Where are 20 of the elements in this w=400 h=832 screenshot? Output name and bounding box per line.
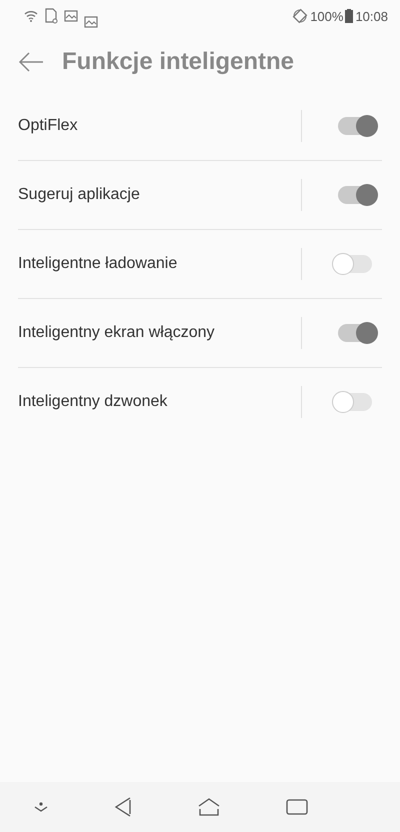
chevron-down-icon[interactable] <box>32 801 48 813</box>
page-title: Funkcje inteligentne <box>62 48 294 76</box>
back-icon[interactable] <box>114 797 132 817</box>
wifi-icon <box>24 9 38 23</box>
setting-label: Inteligentny dzwonek <box>18 393 168 411</box>
setting-label: Inteligentny ekran włączony <box>18 324 216 342</box>
recent-apps-icon[interactable] <box>286 798 308 816</box>
battery-icon <box>345 9 354 23</box>
home-icon[interactable] <box>196 797 220 817</box>
image-icon <box>64 10 78 22</box>
setting-label: Sugeruj aplikacje <box>18 186 141 204</box>
battery-percent: 100% <box>310 8 344 24</box>
sd-card-icon <box>44 8 58 24</box>
back-button[interactable] <box>18 52 44 72</box>
back-arrow-icon <box>18 52 44 72</box>
image-icon <box>84 16 98 28</box>
rotate-icon <box>292 8 308 24</box>
clock: 10:08 <box>355 8 388 24</box>
setting-label: OptiFlex <box>18 117 79 135</box>
setting-label: Inteligentne ładowanie <box>18 255 178 273</box>
